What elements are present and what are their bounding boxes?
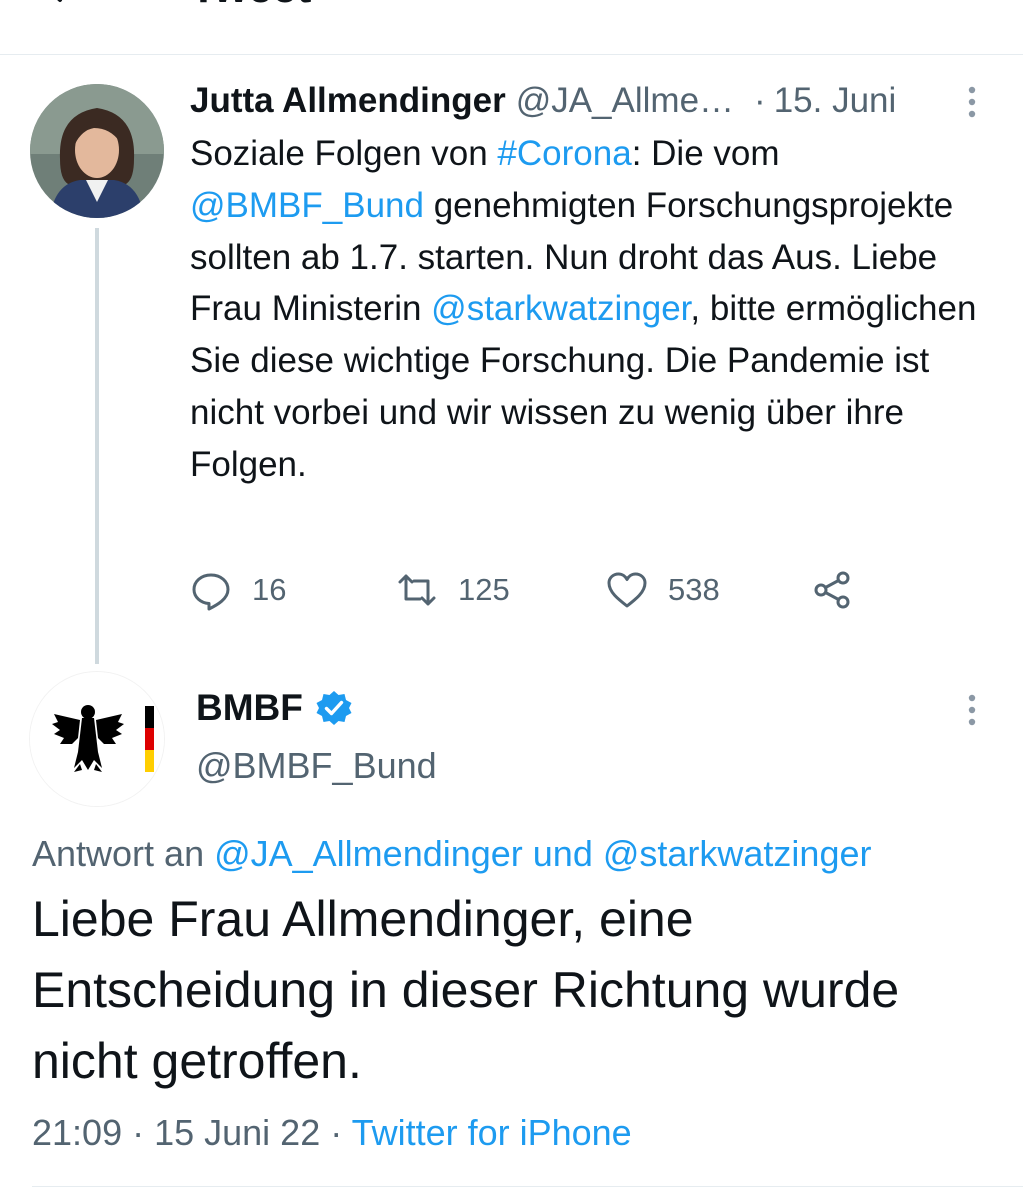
tweet-text: Liebe Frau Allmendinger, eine Entscheidu… [32,891,900,1089]
separator-dot: · [754,81,766,120]
tweet-date[interactable]: 15 Juni 22 [154,1112,320,1153]
page-title: Tweet [190,0,311,10]
author-name-row: BMBF [196,686,353,730]
retweet-button[interactable]: 125 [396,564,510,616]
verified-badge-icon [316,691,352,725]
mention-link[interactable]: @BMBF_Bund [190,186,424,225]
divider [32,1186,1023,1187]
author-name[interactable]: Jutta Allmendinger [190,81,506,120]
speech-bubble-icon [192,573,230,611]
tweet-header: Jutta Allmendinger @JA_Allme… · 15. Juni [190,80,896,122]
share-icon [814,571,850,609]
reply-context: Antwort an @JA_Allmendinger und @starkwa… [32,832,871,876]
tweet-date[interactable]: 15. Juni [774,81,897,120]
hashtag-link[interactable]: #Corona [497,134,631,173]
top-bar: Tweet [0,0,1023,55]
separator-dot: · [320,1112,352,1153]
source-link[interactable]: Twitter for iPhone [352,1112,632,1153]
vertical-dots-icon[interactable] [962,84,982,120]
mention-link[interactable]: @starkwatzinger [431,289,690,328]
eagle-logo-icon [30,672,164,806]
author-name[interactable]: BMBF [196,686,303,730]
retweet-icon [398,574,436,606]
share-button[interactable] [812,564,854,616]
like-count: 538 [668,572,720,607]
reply-prefix: Antwort an [32,833,215,874]
reply-targets-link[interactable]: @JA_Allmendinger und @starkwatzinger [214,833,871,874]
arrow-left-icon[interactable] [42,0,82,10]
text-part: : Die vom [631,134,780,173]
tweet-text: Soziale Folgen von #Corona: Die vom @BMB… [190,128,1010,491]
retweet-count: 125 [458,572,510,607]
thread-connector [95,228,99,664]
tweet-time[interactable]: 21:09 [32,1112,122,1153]
reply-button[interactable]: 16 [190,564,286,616]
like-button[interactable]: 538 [606,564,720,616]
author-handle[interactable]: @BMBF_Bund [196,744,437,788]
tweet-meta: 21:09 · 15 Juni 22 · Twitter for iPhone [32,1111,632,1155]
tweet-actions: 16 125 538 [190,564,880,616]
text-part: Soziale Folgen von [190,134,498,173]
profile-photo [30,84,164,218]
author-handle[interactable]: @JA_Allme… [516,81,734,120]
avatar[interactable] [30,84,164,218]
separator-dot: · [122,1112,155,1153]
heart-icon [607,572,647,608]
reply-count: 16 [252,572,287,607]
avatar[interactable] [30,672,164,806]
vertical-dots-icon[interactable] [962,692,982,728]
